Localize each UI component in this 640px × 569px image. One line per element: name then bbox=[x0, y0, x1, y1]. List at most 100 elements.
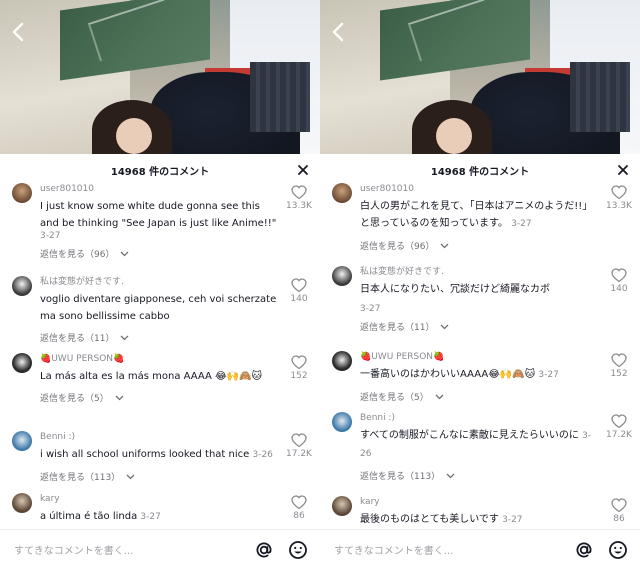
comments-sheet: 14968 件のコメント user801010 白人の男がこれを見て、「日本はア… bbox=[320, 154, 640, 569]
sheet-header: 14968 件のコメント bbox=[320, 154, 640, 186]
view-replies-button[interactable]: 返信を見る（113） bbox=[40, 470, 280, 483]
comment-username[interactable]: kary bbox=[40, 493, 280, 505]
comment-text: I just know some white dude gonna see th… bbox=[40, 198, 280, 232]
smiley-icon bbox=[609, 541, 627, 559]
like-button[interactable]: 13.3K bbox=[286, 185, 312, 211]
comment-count-title: 14968 件のコメント bbox=[430, 167, 530, 178]
comment-username[interactable]: user801010 bbox=[40, 183, 280, 195]
view-replies-button[interactable]: 返信を見る（96） bbox=[360, 239, 600, 252]
like-count: 152 bbox=[290, 371, 308, 381]
like-button[interactable]: 152 bbox=[606, 353, 632, 379]
avatar[interactable] bbox=[332, 183, 352, 203]
avatar[interactable] bbox=[12, 493, 32, 513]
comment-date: 3-27 bbox=[40, 231, 61, 241]
comment-username[interactable]: Benni :) bbox=[40, 431, 280, 443]
comment-username[interactable]: Benni :) bbox=[360, 412, 600, 424]
comment-text-content: 一番高いのはかわいいAAAA😂🙌🙈🐱 bbox=[360, 369, 536, 380]
avatar[interactable] bbox=[12, 431, 32, 451]
comment-text-content: a última é tão linda bbox=[40, 511, 138, 522]
like-button[interactable]: 86 bbox=[606, 498, 632, 524]
mention-button[interactable] bbox=[254, 540, 274, 560]
view-replies-button[interactable]: 返信を見る（96） bbox=[40, 247, 280, 260]
like-button[interactable]: 13.3K bbox=[606, 185, 632, 211]
at-sign-icon bbox=[576, 542, 592, 558]
view-replies-label: 返信を見る（5） bbox=[40, 394, 109, 404]
chevron-down-icon bbox=[120, 251, 129, 256]
view-replies-button[interactable]: 返信を見る（11） bbox=[40, 331, 280, 344]
avatar[interactable] bbox=[332, 496, 352, 516]
like-count: 86 bbox=[613, 514, 625, 524]
comment-text: すべての制服がこんなに素敵に見えたらいいのに 3-26 bbox=[360, 427, 600, 463]
back-button[interactable] bbox=[328, 20, 350, 44]
comment-text: i wish all school uniforms looked that n… bbox=[40, 446, 280, 464]
comment-text: 最後のものはとても美しいです 3-27 bbox=[360, 511, 600, 529]
pleated-skirt bbox=[250, 62, 310, 132]
like-button[interactable]: 17.2K bbox=[286, 433, 312, 459]
avatar[interactable] bbox=[12, 183, 32, 203]
comment-text: 白人の男がこれを見て、「日本はアニメのようだ!!」と思っているのを知っています。… bbox=[360, 198, 600, 233]
heart-outline-icon bbox=[291, 278, 307, 293]
avatar[interactable] bbox=[12, 276, 32, 296]
view-replies-button[interactable]: 返信を見る（11） bbox=[360, 320, 600, 333]
view-replies-label: 返信を見る（96） bbox=[40, 250, 115, 260]
like-count: 152 bbox=[610, 369, 628, 379]
video-background bbox=[320, 0, 640, 154]
chevron-down-icon bbox=[120, 335, 129, 340]
emoji-button[interactable] bbox=[608, 540, 628, 560]
like-button[interactable]: 152 bbox=[286, 355, 312, 381]
chevron-down-icon bbox=[115, 395, 124, 400]
like-button[interactable]: 17.2K bbox=[606, 414, 632, 440]
chevron-left-icon bbox=[332, 22, 344, 42]
comment-username[interactable]: 🍓UWU PERSON🍓 bbox=[40, 353, 280, 365]
comment-text-content: La más alta es la más mona AAAA 😂🙌🙈🐱 bbox=[40, 371, 263, 382]
view-replies-button[interactable]: 返信を見る（5） bbox=[40, 391, 280, 404]
comment-date: 3-27 bbox=[502, 515, 523, 525]
heart-outline-icon bbox=[291, 433, 307, 448]
heart-outline-icon bbox=[291, 355, 307, 370]
like-count: 86 bbox=[293, 511, 305, 521]
comment-text-content: 日本人になりたい、冗談だけど綺麗なカボ bbox=[360, 284, 550, 295]
comment-text-content: すべての制服がこんなに素敵に見えたらいいのに bbox=[360, 430, 579, 441]
sheet-header: 14968 件のコメント bbox=[0, 154, 320, 186]
comment-username[interactable]: kary bbox=[360, 496, 600, 508]
comments-sheet: 14968 件のコメント user801010 I just know some… bbox=[0, 154, 320, 569]
comment-username[interactable]: 私は変態が好きです. bbox=[360, 266, 600, 278]
avatar[interactable] bbox=[332, 412, 352, 432]
back-button[interactable] bbox=[8, 20, 30, 44]
comment-username[interactable]: 私は変態が好きです. bbox=[40, 276, 280, 288]
chevron-down-icon bbox=[446, 473, 455, 478]
chevron-down-icon bbox=[440, 243, 449, 248]
heart-outline-icon bbox=[611, 498, 627, 513]
avatar[interactable] bbox=[332, 266, 352, 286]
close-button[interactable] bbox=[616, 162, 630, 176]
comment-username[interactable]: user801010 bbox=[360, 183, 600, 195]
chevron-down-icon bbox=[126, 474, 135, 479]
view-replies-label: 返信を見る（96） bbox=[360, 242, 435, 252]
view-replies-button[interactable]: 返信を見る（113） bbox=[360, 469, 600, 482]
close-icon bbox=[618, 165, 628, 175]
comment-text: La más alta es la más mona AAAA 😂🙌🙈🐱 bbox=[40, 368, 280, 385]
close-button[interactable] bbox=[296, 162, 310, 176]
like-button[interactable]: 86 bbox=[286, 495, 312, 521]
avatar[interactable] bbox=[332, 351, 352, 371]
avatar[interactable] bbox=[12, 353, 32, 373]
comment-panel-english: 14968 件のコメント user801010 I just know some… bbox=[0, 0, 320, 569]
comment-input-bar: すてきなコメントを書く... bbox=[0, 529, 320, 569]
comment-input[interactable]: すてきなコメントを書く... bbox=[334, 542, 453, 557]
view-replies-label: 返信を見る（5） bbox=[360, 393, 429, 403]
comment-text: a última é tão linda 3-27 bbox=[40, 508, 280, 526]
comment-username[interactable]: 🍓UWU PERSON🍓 bbox=[360, 351, 600, 363]
heart-outline-icon bbox=[291, 495, 307, 510]
like-count: 140 bbox=[290, 294, 308, 304]
like-button[interactable]: 140 bbox=[286, 278, 312, 304]
like-button[interactable]: 140 bbox=[606, 268, 632, 294]
comment-text: 日本人になりたい、冗談だけど綺麗なカボ bbox=[360, 281, 600, 298]
comment-text-content: voglio diventare giapponese, ceh voi sch… bbox=[40, 294, 277, 322]
comment-text-content: i wish all school uniforms looked that n… bbox=[40, 449, 250, 460]
view-replies-button[interactable]: 返信を見る（5） bbox=[360, 390, 600, 403]
heart-outline-icon bbox=[611, 353, 627, 368]
comment-input[interactable]: すてきなコメントを書く... bbox=[14, 542, 133, 557]
comment-text-content: 白人の男がこれを見て、「日本はアニメのようだ!!」と思っているのを知っています。 bbox=[360, 201, 593, 229]
emoji-button[interactable] bbox=[288, 540, 308, 560]
mention-button[interactable] bbox=[574, 540, 594, 560]
